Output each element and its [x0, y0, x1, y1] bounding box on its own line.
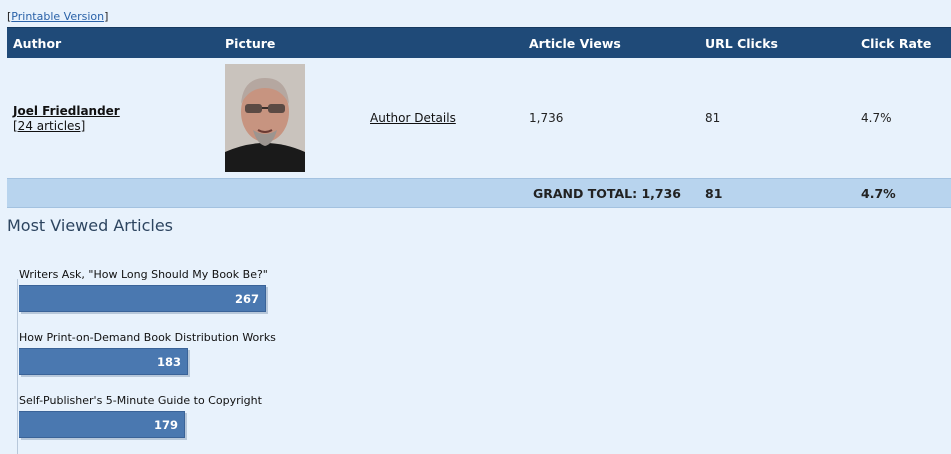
bar-item: How Print-on-Demand Book Distribution Wo…	[19, 331, 276, 375]
details-cell: Author Details	[364, 58, 523, 179]
bar: 179	[19, 411, 185, 438]
url-clicks-value: 81	[699, 58, 855, 179]
header-details	[364, 27, 523, 58]
table-header-row: Author Picture Article Views URL Clicks …	[7, 27, 951, 58]
header-author: Author	[7, 27, 219, 58]
grand-total-row: GRAND TOTAL: 1,736 81 4.7%	[7, 178, 951, 208]
header-picture: Picture	[219, 27, 364, 58]
bar-label[interactable]: How Print-on-Demand Book Distribution Wo…	[19, 331, 276, 345]
grand-total-url-clicks: 81	[699, 178, 855, 208]
author-name-link[interactable]: Joel Friedlander	[13, 104, 213, 118]
printable-version: [Printable Version]	[7, 10, 109, 23]
header-article-views: Article Views	[523, 27, 699, 58]
table-row: Joel Friedlander [24 articles] Author De…	[7, 58, 951, 179]
author-articles-link[interactable]: [24 articles]	[13, 119, 85, 133]
picture-cell	[219, 58, 364, 179]
grand-total-label: GRAND TOTAL: 1,736	[7, 178, 699, 208]
author-photo	[225, 64, 305, 172]
header-url-clicks: URL Clicks	[699, 27, 855, 58]
article-views-value: 1,736	[523, 58, 699, 179]
bar-label[interactable]: Writers Ask, "How Long Should My Book Be…	[19, 268, 268, 282]
header-click-rate: Click Rate	[855, 27, 951, 58]
bar-item: Writers Ask, "How Long Should My Book Be…	[19, 268, 268, 312]
printable-version-link[interactable]: Printable Version	[11, 10, 104, 23]
bar: 183	[19, 348, 188, 375]
grand-total-click-rate: 4.7%	[855, 178, 951, 208]
bar-item: Self-Publisher's 5-Minute Guide to Copyr…	[19, 394, 262, 438]
most-viewed-title: Most Viewed Articles	[7, 216, 174, 235]
author-details-link[interactable]: Author Details	[370, 111, 456, 125]
author-stats-table: Author Picture Article Views URL Clicks …	[7, 27, 951, 208]
bar-label[interactable]: Self-Publisher's 5-Minute Guide to Copyr…	[19, 394, 262, 408]
bar: 267	[19, 285, 266, 312]
chart-axis-line	[17, 279, 18, 454]
click-rate-value: 4.7%	[855, 58, 951, 179]
author-cell: Joel Friedlander [24 articles]	[7, 58, 219, 179]
